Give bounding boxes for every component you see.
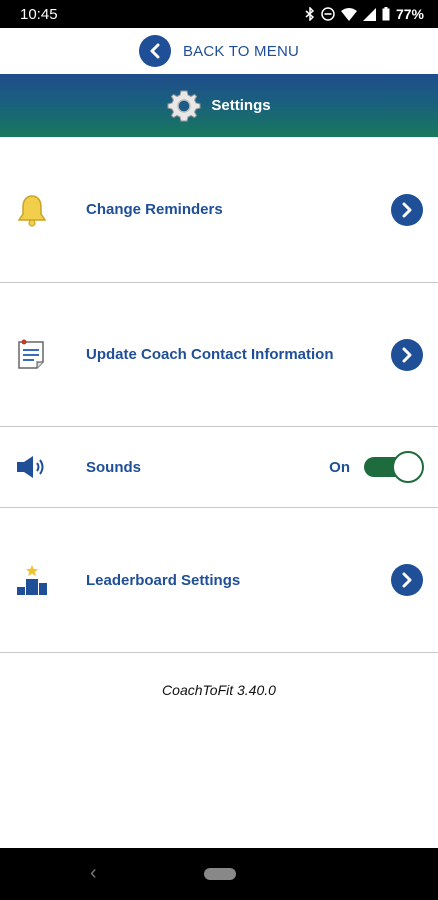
page-title: Settings	[211, 97, 271, 114]
gear-icon	[167, 90, 201, 121]
leaderboard-settings-row[interactable]: Leaderboard Settings	[0, 508, 438, 653]
toggle-knob	[392, 451, 424, 483]
back-to-menu-label: BACK TO MENU	[182, 42, 300, 60]
status-time: 10:45	[20, 5, 58, 23]
speaker-icon	[14, 449, 50, 485]
update-coach-contact-label: Update Coach Contact Information	[86, 346, 334, 363]
leaderboard-icon	[14, 562, 50, 598]
sounds-toggle-state: On	[329, 458, 350, 476]
bluetooth-icon	[305, 7, 315, 21]
update-coach-contact-row[interactable]: Update Coach Contact Information	[0, 283, 438, 427]
chevron-right-icon[interactable]	[391, 564, 423, 596]
chevron-right-icon[interactable]	[391, 338, 423, 371]
status-bar: 10:45 77%	[0, 0, 438, 28]
signal-icon	[362, 7, 376, 21]
contact-card-icon	[14, 337, 50, 373]
system-home-pill-icon[interactable]	[204, 868, 236, 880]
app-version: CoachToFit 3.40.0	[162, 682, 276, 698]
status-icons: 77%	[305, 6, 424, 22]
sounds-toggle[interactable]	[364, 451, 424, 483]
chevron-left-icon	[138, 35, 171, 67]
do-not-disturb-icon	[321, 7, 335, 21]
leaderboard-settings-label: Leaderboard Settings	[86, 571, 241, 589]
battery-icon	[382, 7, 390, 21]
system-nav-bar: ‹	[0, 848, 438, 900]
change-reminders-label: Change Reminders	[86, 201, 223, 218]
settings-header: Settings	[0, 74, 438, 137]
chevron-right-icon[interactable]	[391, 193, 423, 226]
system-back-icon[interactable]: ‹	[90, 862, 97, 885]
wifi-icon	[340, 7, 357, 21]
battery-level: 77%	[395, 6, 424, 22]
bell-icon	[14, 192, 50, 228]
sounds-label: Sounds	[86, 458, 141, 476]
back-to-menu-button[interactable]: BACK TO MENU	[0, 28, 438, 74]
sounds-row: Sounds On	[0, 427, 438, 508]
change-reminders-row[interactable]: Change Reminders	[0, 137, 438, 283]
